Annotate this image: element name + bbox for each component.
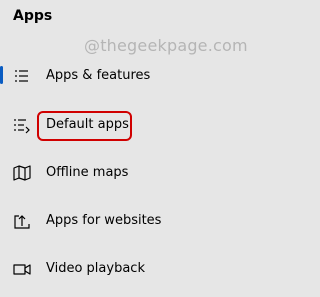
highlight-box — [37, 111, 132, 141]
nav-item-apps-features[interactable]: Apps & features — [0, 58, 305, 94]
video-icon — [13, 260, 31, 278]
nav-item-label: Apps & features — [46, 68, 151, 83]
nav-item-label: Offline maps — [46, 165, 129, 180]
open-in-app-icon — [13, 212, 31, 230]
nav-item-offline-maps[interactable]: Offline maps — [0, 155, 305, 191]
watermark-text: @thegeekpage.com — [84, 36, 248, 55]
section-title: Apps — [13, 8, 53, 24]
nav-item-label: Apps for websites — [46, 213, 162, 228]
list-icon — [13, 67, 31, 85]
map-icon — [13, 164, 31, 182]
nav-item-video-playback[interactable]: Video playback — [0, 251, 305, 287]
default-apps-icon — [13, 116, 31, 134]
selection-indicator — [0, 66, 3, 84]
settings-nav-panel: Apps @thegeekpage.com Apps & features De… — [0, 0, 305, 297]
nav-item-apps-for-websites[interactable]: Apps for websites — [0, 203, 305, 239]
nav-item-label: Video playback — [46, 261, 145, 276]
